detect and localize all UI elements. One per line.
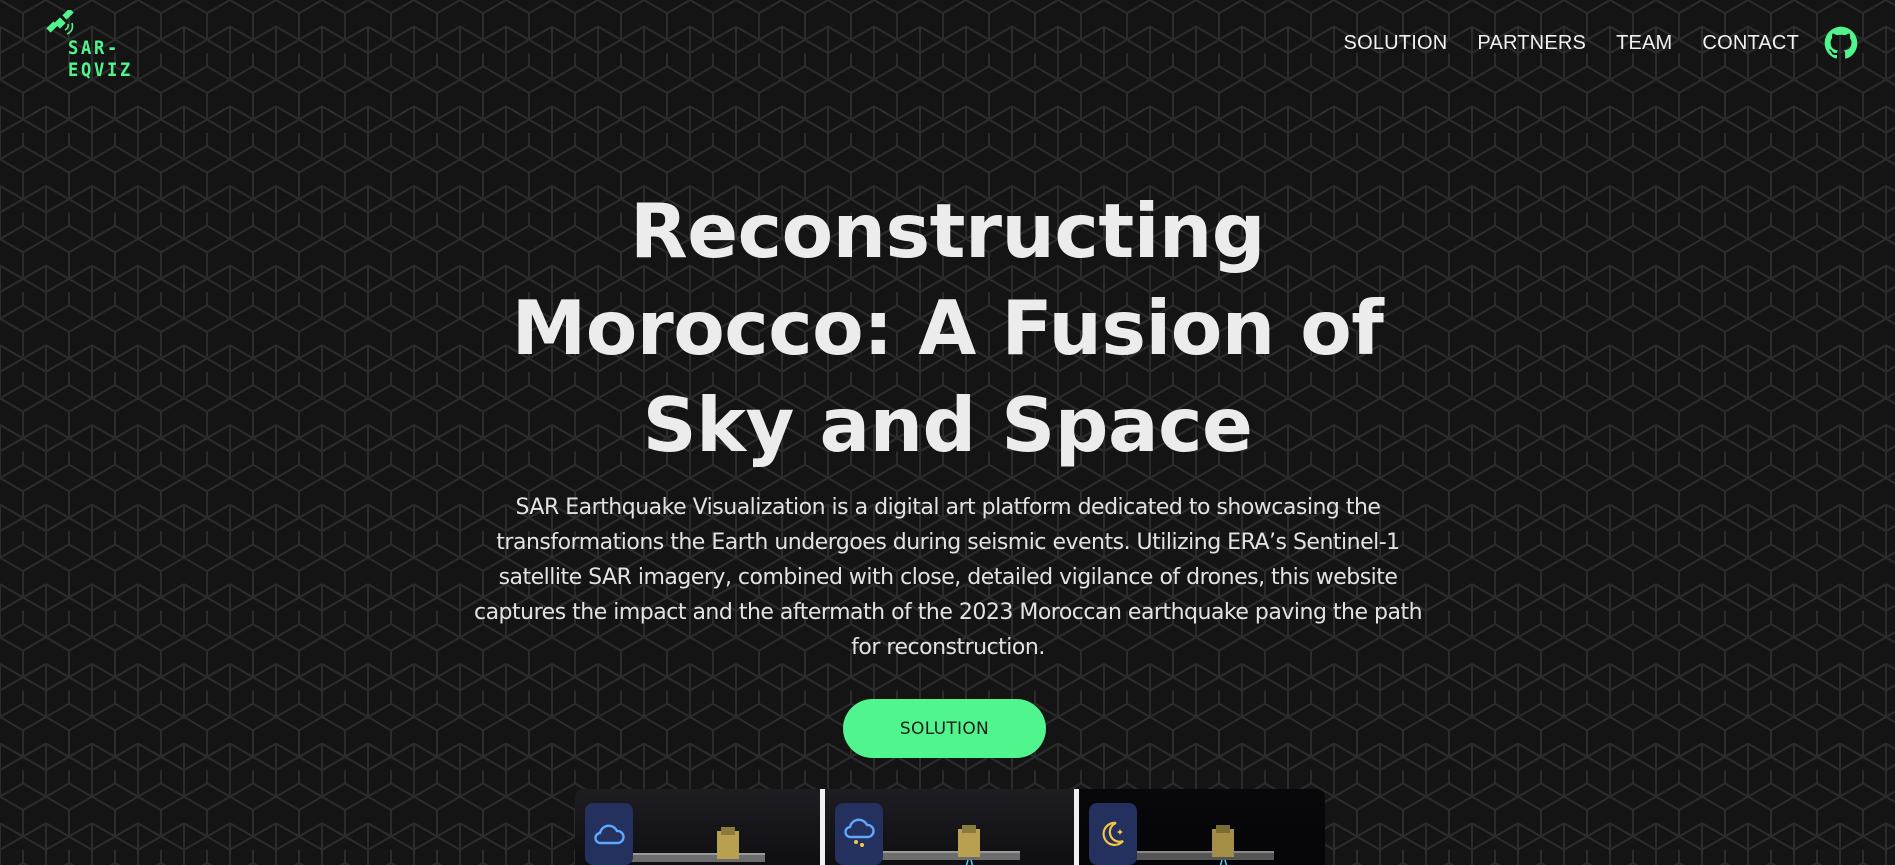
- rain-cloud-icon-tile: [835, 803, 883, 865]
- satellite-image: [1124, 825, 1274, 865]
- cloud-icon: [594, 824, 625, 845]
- rain-cloud-icon: [844, 818, 875, 847]
- satellite-image: [870, 825, 1020, 865]
- solution-button[interactable]: SOLUTION: [843, 699, 1046, 758]
- hero-title-line: Morocco: A Fusion of: [511, 284, 1384, 372]
- github-icon[interactable]: [1824, 26, 1858, 60]
- hero-title: Reconstructing Morocco: A Fusion of Sky …: [0, 183, 1895, 474]
- hero-description: SAR Earthquake Visualization is a digita…: [473, 495, 1423, 660]
- nav-partners[interactable]: PARTNERS: [1477, 32, 1586, 55]
- feature-cards: [575, 789, 1325, 865]
- nav-solution[interactable]: SOLUTION: [1344, 32, 1448, 55]
- brand-name: SAR-EQVIZ: [68, 37, 133, 81]
- feature-card[interactable]: [1079, 789, 1325, 865]
- nav-team[interactable]: TEAM: [1616, 32, 1672, 55]
- moon-star-icon: [1102, 821, 1124, 846]
- feature-card[interactable]: [825, 789, 1079, 865]
- nav-contact[interactable]: CONTACT: [1702, 32, 1799, 55]
- main-nav: SOLUTION PARTNERS TEAM CONTACT: [1314, 26, 1858, 60]
- satellite-image: [615, 827, 765, 862]
- moon-star-icon-tile: [1089, 803, 1137, 865]
- hero-title-line: Sky and Space: [642, 381, 1253, 469]
- hero-title-line: Reconstructing: [630, 187, 1265, 275]
- brand-logo[interactable]: SAR-EQVIZ: [45, 10, 195, 81]
- cloud-icon-tile: [585, 803, 633, 865]
- feature-card[interactable]: [575, 789, 825, 865]
